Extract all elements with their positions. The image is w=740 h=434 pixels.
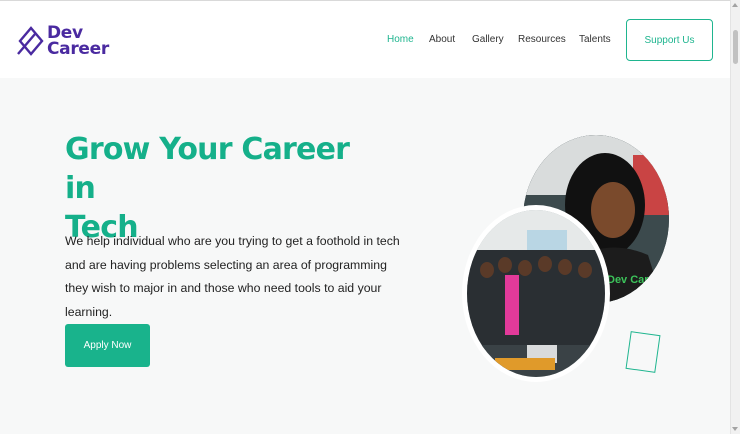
- scrollbar[interactable]: [730, 0, 740, 434]
- group-image: [467, 210, 605, 377]
- nav-item-resources[interactable]: Resources: [518, 34, 566, 45]
- scroll-up-arrow-icon[interactable]: [732, 3, 738, 7]
- apply-now-button[interactable]: Apply Now: [65, 324, 150, 367]
- logo[interactable]: Dev Career: [17, 24, 113, 60]
- scroll-thumb[interactable]: [733, 30, 738, 64]
- diamond-logo-icon: [17, 26, 44, 56]
- nav-item-talents[interactable]: Talents: [579, 34, 611, 45]
- nav-item-about[interactable]: About: [429, 34, 455, 45]
- hero-description: We help individual who are you trying to…: [65, 234, 400, 319]
- hero-title-line1: Grow Your Career in: [65, 132, 350, 206]
- logo-text: Dev Career: [47, 25, 109, 59]
- scroll-down-arrow-icon[interactable]: [732, 427, 738, 431]
- nav-item-home[interactable]: Home: [387, 34, 414, 45]
- group-photo: [462, 205, 610, 382]
- logo-text-line2: Career: [47, 39, 109, 59]
- decorative-square: [625, 331, 661, 373]
- support-us-button[interactable]: Support Us: [626, 19, 713, 61]
- nav-item-gallery[interactable]: Gallery: [472, 34, 504, 45]
- top-border: [0, 0, 740, 1]
